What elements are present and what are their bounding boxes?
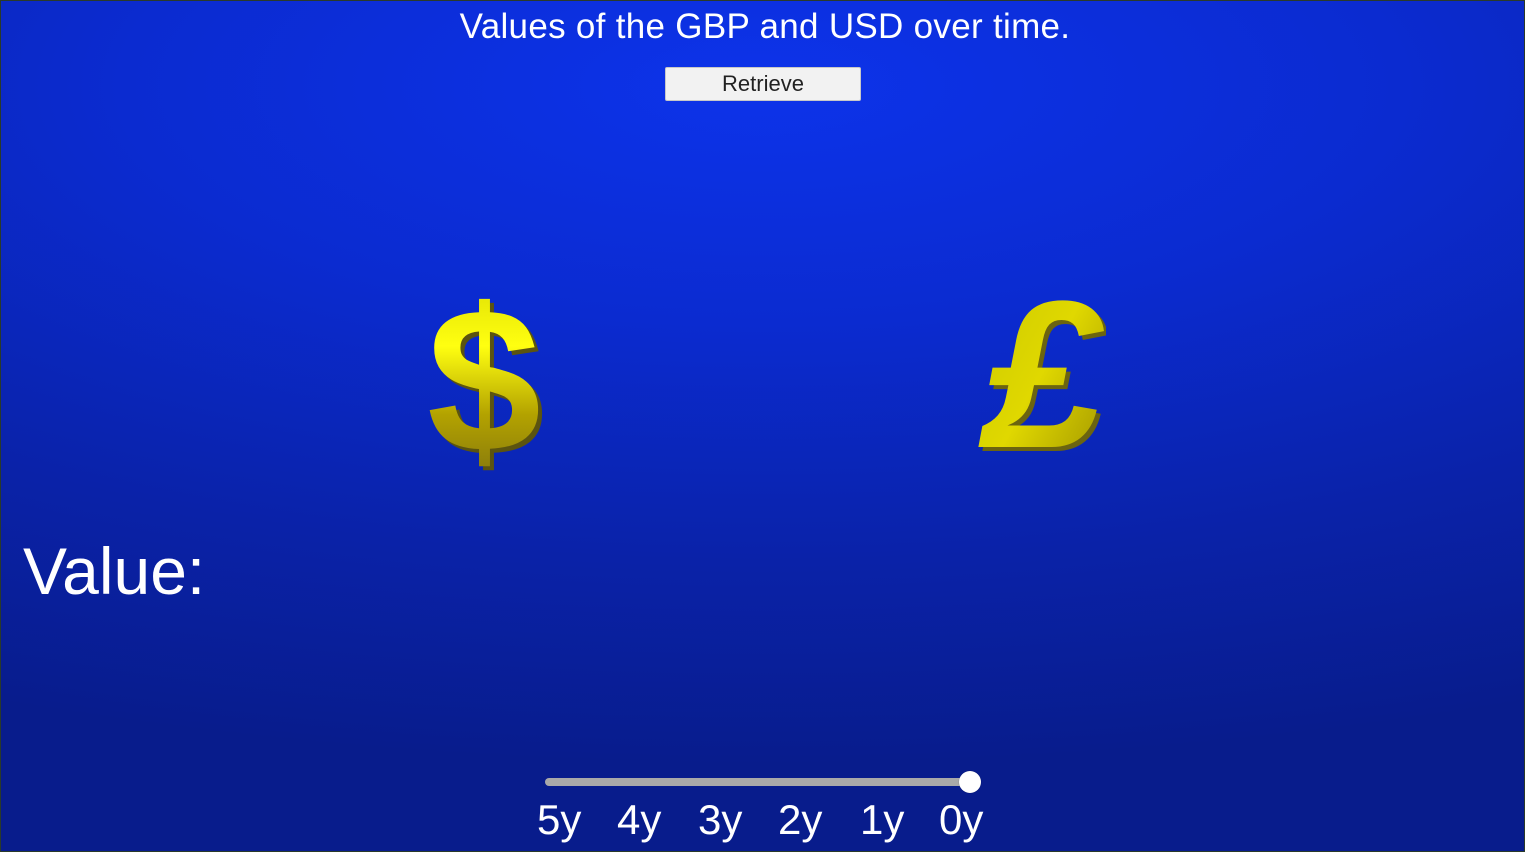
tick-label: 5y bbox=[537, 796, 582, 843]
tick-label: 0y bbox=[939, 796, 984, 843]
dollar-icon: $ $ bbox=[427, 287, 545, 487]
tick-label: 2y bbox=[778, 796, 823, 843]
slider-track[interactable] bbox=[545, 778, 970, 786]
slider-handle[interactable] bbox=[959, 771, 981, 793]
svg-text:$: $ bbox=[427, 287, 541, 487]
tick-label: 3y bbox=[698, 796, 743, 843]
time-slider[interactable] bbox=[541, 769, 981, 797]
tick-label: 1y bbox=[860, 796, 905, 843]
page-title: Values of the GBP and USD over time. bbox=[459, 7, 1071, 46]
app-window: Values of the GBP and USD over time. Ret… bbox=[0, 0, 1525, 852]
retrieve-button[interactable]: Retrieve bbox=[665, 67, 861, 101]
value-label: Value: bbox=[23, 534, 206, 608]
tick-label: 4y bbox=[617, 796, 662, 843]
pound-icon: £ £ bbox=[978, 281, 1106, 466]
svg-text:£: £ bbox=[978, 281, 1105, 466]
